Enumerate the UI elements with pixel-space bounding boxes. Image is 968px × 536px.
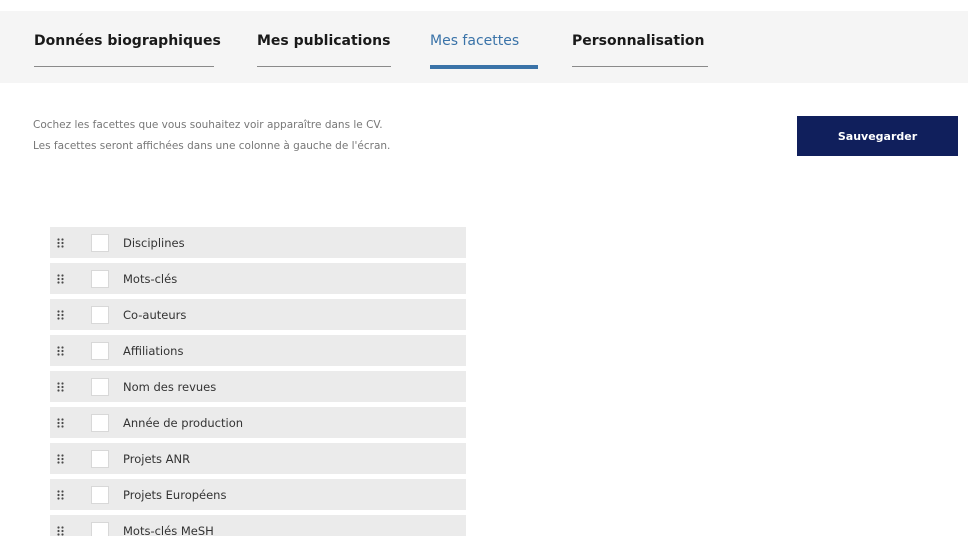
page: Données biographiques Mes publications M… [0,0,968,536]
facet-checkbox[interactable] [91,377,109,396]
facet-label: Année de production [123,415,244,430]
facet-checkbox[interactable] [91,413,109,432]
save-button[interactable]: Sauvegarder [797,116,958,156]
facet-label: Mots-clés MeSH [123,523,214,536]
tab-underline [572,66,708,67]
facet-label: Mots-clés [123,271,178,286]
facet-row-0[interactable]: Disciplines [50,227,466,258]
facet-label: Disciplines [123,235,185,250]
drag-handle-icon[interactable] [57,335,87,366]
facet-label: Co-auteurs [123,307,187,322]
facet-label: Projets Européens [123,487,227,502]
tab-underline [34,66,214,67]
facet-checkbox[interactable] [91,449,109,468]
facet-row-7[interactable]: Projets Européens [50,479,466,510]
tab-donnees-biographiques[interactable]: Données biographiques [34,31,221,69]
facet-row-6[interactable]: Projets ANR [50,443,466,474]
facet-row-8[interactable]: Mots-clés MeSH [50,515,466,536]
intro-line-2: Les facettes seront affichées dans une c… [33,140,391,152]
tab-bar: Données biographiques Mes publications M… [0,11,968,83]
tab-label: Mes facettes [430,33,520,49]
facet-row-3[interactable]: Affiliations [50,335,466,366]
facet-checkbox[interactable] [91,305,109,324]
tab-underline [257,66,391,67]
tab-mes-publications[interactable]: Mes publications [257,31,391,69]
intro-line-1: Cochez les facettes que vous souhaitez v… [33,119,383,131]
facet-row-2[interactable]: Co-auteurs [50,299,466,330]
facet-checkbox[interactable] [91,341,109,360]
drag-handle-icon[interactable] [57,515,87,536]
tab-personnalisation[interactable]: Personnalisation [572,31,708,69]
tab-label: Mes publications [257,33,391,49]
drag-handle-icon[interactable] [57,371,87,402]
facet-checkbox[interactable] [91,233,109,252]
drag-handle-icon[interactable] [57,479,87,510]
tab-label: Personnalisation [572,33,705,49]
tab-underline-active [430,65,538,69]
facet-list: Disciplines Mots-clés Co-auteurs Affilia… [50,227,466,536]
facet-checkbox[interactable] [91,521,109,536]
facet-checkbox[interactable] [91,269,109,288]
drag-handle-icon[interactable] [57,263,87,294]
facet-label: Affiliations [123,343,184,358]
facet-label: Projets ANR [123,451,191,466]
facet-row-4[interactable]: Nom des revues [50,371,466,402]
tab-mes-facettes[interactable]: Mes facettes [430,31,538,69]
drag-handle-icon[interactable] [57,299,87,330]
tab-label: Données biographiques [34,33,221,49]
drag-handle-icon[interactable] [57,227,87,258]
facet-row-5[interactable]: Année de production [50,407,466,438]
drag-handle-icon[interactable] [57,407,87,438]
drag-handle-icon[interactable] [57,443,87,474]
facet-checkbox[interactable] [91,485,109,504]
facet-label: Nom des revues [123,379,217,394]
intro-text: Cochez les facettes que vous souhaitez v… [33,115,390,157]
facet-row-1[interactable]: Mots-clés [50,263,466,294]
